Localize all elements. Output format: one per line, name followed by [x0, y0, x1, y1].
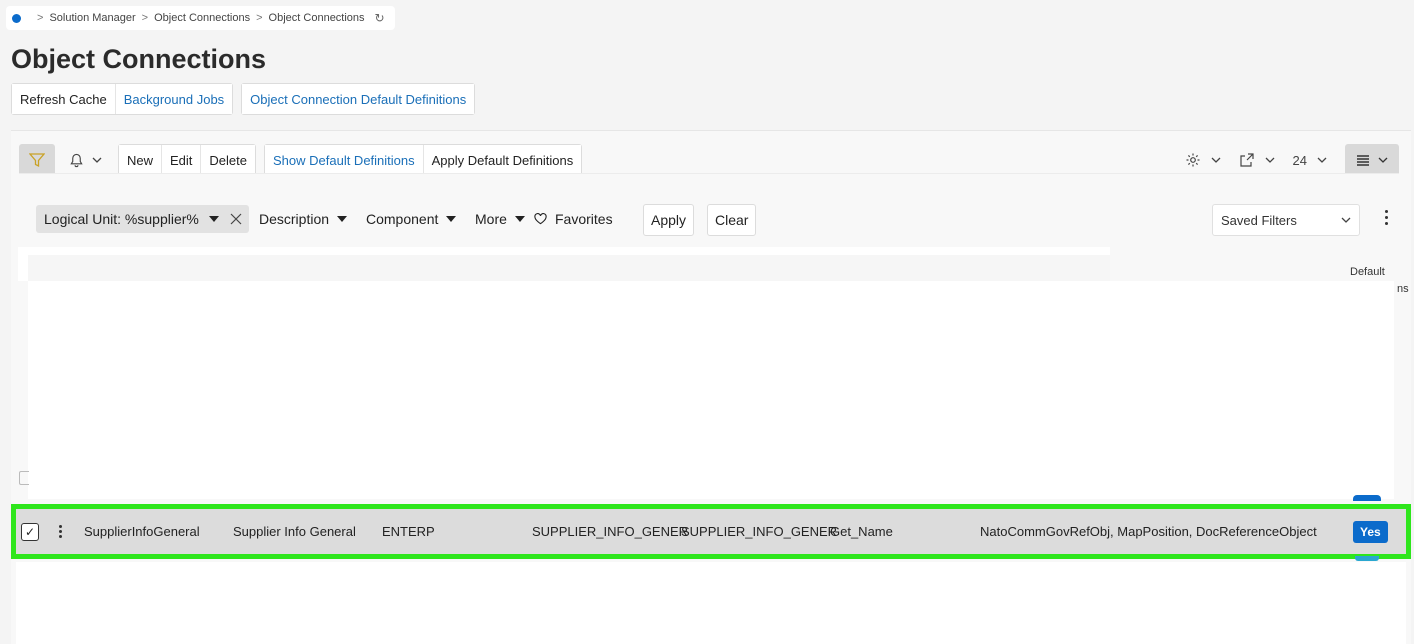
chevron-down-icon [92, 157, 102, 163]
cell-method: Get_Name [830, 524, 893, 539]
notification-menu[interactable] [69, 153, 102, 168]
filter-toggle-button[interactable] [19, 144, 55, 176]
row-checkbox[interactable]: ✓ [21, 522, 39, 541]
filter-chip-label: Logical Unit: %supplier% [44, 211, 199, 227]
new-button[interactable]: New [119, 145, 162, 175]
cell-component: ENTERP [382, 524, 435, 539]
caret-down-icon [208, 216, 219, 222]
cell-object-1: SUPPLIER_INFO_GENER [532, 524, 689, 539]
row-checkbox-partial[interactable] [19, 471, 29, 485]
list-view-icon [1357, 155, 1369, 166]
row-actions-icon[interactable] [59, 525, 62, 538]
badge-fragment [1353, 495, 1381, 501]
chevron-down-icon [1211, 157, 1220, 163]
caret-down-icon [514, 216, 525, 222]
caret-down-icon [337, 216, 348, 222]
apply-filter-button[interactable]: Apply [643, 204, 695, 236]
page-size-value: 24 [1292, 152, 1307, 168]
refresh-cache-button[interactable]: Refresh Cache [12, 84, 115, 114]
favorites-label: Favorites [555, 211, 613, 227]
chevron-right-icon: > [141, 12, 149, 24]
column-header-default[interactable]: Default [1350, 266, 1385, 278]
component-filter-label: Component [366, 211, 439, 227]
gear-icon [1186, 153, 1200, 167]
filter-bar: Logical Unit: %supplier% Description Com… [19, 173, 1399, 247]
chevron-right-icon: > [37, 12, 44, 24]
export-menu[interactable] [1239, 152, 1275, 168]
bell-icon [70, 153, 83, 167]
header-overlay [18, 247, 1110, 281]
saved-filters-select[interactable]: Saved Filters [1212, 204, 1360, 236]
default-definitions-group: Object Connection Default Definitions [241, 83, 476, 115]
caret-down-icon [446, 216, 457, 222]
cell-logical-unit: SupplierInfoGeneral [84, 524, 200, 539]
edit-button[interactable]: Edit [161, 145, 201, 175]
description-filter-label: Description [259, 211, 330, 227]
saved-filters-label: Saved Filters [1221, 212, 1297, 228]
crud-button-group: New Edit Delete [118, 144, 256, 176]
page-actions: Refresh Cache Background Jobs Object Con… [11, 83, 476, 115]
breadcrumb: > Solution Manager > Object Connections … [6, 6, 395, 30]
chevron-down-icon [1378, 157, 1388, 163]
breadcrumb-item-object-connections[interactable]: Object Connections [154, 12, 250, 24]
cell-object-2: SUPPLIER_INFO_GENER [681, 524, 838, 539]
heart-icon [534, 213, 547, 225]
cache-jobs-group: Refresh Cache Background Jobs [11, 83, 234, 115]
show-default-definitions-button[interactable]: Show Default Definitions [265, 145, 423, 175]
default-definitions-button[interactable]: Object Connection Default Definitions [242, 84, 475, 114]
description-filter[interactable]: Description [259, 205, 348, 233]
settings-menu[interactable] [1185, 152, 1221, 168]
more-options-icon[interactable] [1385, 210, 1388, 225]
chevron-down-icon [1265, 157, 1274, 163]
page-size-select[interactable]: 24 [1293, 153, 1327, 168]
cell-description: Supplier Info General [233, 524, 356, 539]
clear-filter-button[interactable]: Clear [707, 204, 757, 236]
more-filters-label: More [475, 211, 507, 227]
list-toolbar: New Edit Delete Show Default Definitions… [19, 144, 1399, 176]
close-icon[interactable] [229, 212, 243, 226]
funnel-icon [29, 153, 45, 168]
chevron-down-icon [1317, 157, 1327, 163]
lower-overlay [16, 562, 1406, 644]
badge-fragment [1355, 556, 1379, 561]
column-header-fragment: ns [1397, 283, 1409, 295]
delete-button[interactable]: Delete [200, 145, 255, 175]
table-row[interactable]: ✓ SupplierInfoGeneral Supplier Info Gene… [11, 504, 1411, 559]
favorites-filter[interactable]: Favorites [534, 205, 613, 233]
refresh-icon[interactable]: ↻ [375, 11, 385, 25]
logical-unit-filter-chip[interactable]: Logical Unit: %supplier% [36, 205, 249, 233]
component-filter[interactable]: Component [366, 205, 457, 233]
page-title: Object Connections [11, 44, 267, 74]
view-mode-button[interactable] [1345, 144, 1399, 176]
breadcrumb-item-current: Object Connections [268, 12, 365, 24]
cell-connections: NatoCommGovRefObj, MapPosition, DocRefer… [980, 524, 1317, 539]
more-filters[interactable]: More [475, 205, 525, 233]
apply-default-definitions-button[interactable]: Apply Default Definitions [422, 145, 582, 175]
list-panel: New Edit Delete Show Default Definitions… [11, 130, 1411, 644]
default-yes-badge: Yes [1353, 520, 1388, 543]
export-icon [1239, 153, 1254, 167]
breadcrumb-item-solution-manager[interactable]: Solution Manager [49, 12, 135, 24]
definitions-button-group: Show Default Definitions Apply Default D… [264, 144, 583, 176]
chevron-right-icon: > [256, 12, 263, 24]
chevron-down-icon [1341, 217, 1351, 223]
background-jobs-button[interactable]: Background Jobs [114, 84, 233, 114]
content-overlay [28, 281, 1394, 499]
toolbar-right: 24 [1185, 144, 1399, 176]
home-dot-icon[interactable] [12, 13, 21, 23]
